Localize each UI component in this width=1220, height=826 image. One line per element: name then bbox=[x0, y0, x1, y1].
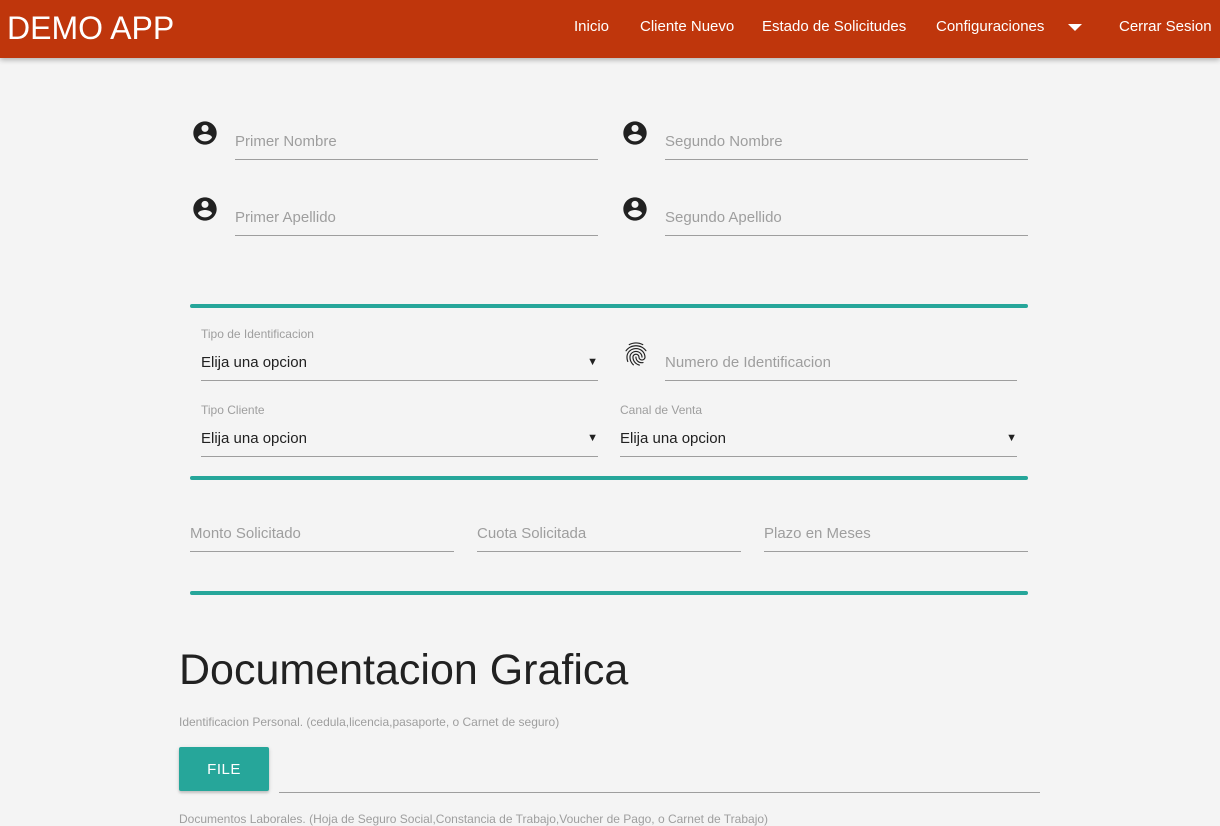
tipo-cliente-value: Elija una opcion bbox=[201, 430, 307, 447]
nav-item-cerrar-sesion[interactable]: Cerrar Sesion bbox=[1119, 0, 1212, 54]
segundo-apellido-input[interactable] bbox=[665, 199, 1028, 236]
personal-id-help-text: Identificacion Personal. (cedula,licenci… bbox=[179, 715, 560, 729]
tipo-cliente-label: Tipo Cliente bbox=[201, 403, 265, 417]
top-navbar: DEMO APP Inicio Cliente Nuevo Estado de … bbox=[0, 0, 1220, 58]
canal-venta-label: Canal de Venta bbox=[620, 403, 703, 417]
tipo-identificacion-value: Elija una opcion bbox=[201, 354, 307, 371]
tipo-cliente-select[interactable]: Elija una opcion ▼ bbox=[201, 426, 598, 457]
canal-venta-select[interactable]: Elija una opcion ▼ bbox=[620, 426, 1017, 457]
nav-item-inicio[interactable]: Inicio bbox=[574, 0, 609, 54]
tipo-identificacion-label: Tipo de Identificacion bbox=[201, 327, 314, 341]
primer-apellido-input[interactable] bbox=[235, 199, 598, 236]
account-circle-icon bbox=[623, 197, 647, 221]
file-path-input[interactable] bbox=[279, 756, 1040, 793]
nav-item-estado-solicitudes[interactable]: Estado de Solicitudes bbox=[762, 0, 906, 54]
select-arrow-icon: ▼ bbox=[587, 356, 598, 368]
nav-item-configuraciones[interactable]: Configuraciones bbox=[936, 0, 1044, 54]
section-divider bbox=[190, 304, 1028, 308]
arrow-drop-down-icon[interactable] bbox=[1068, 24, 1082, 31]
segundo-nombre-input[interactable] bbox=[665, 123, 1028, 160]
brand-logo[interactable]: DEMO APP bbox=[7, 8, 174, 48]
account-circle-icon bbox=[193, 121, 217, 145]
tipo-identificacion-select[interactable]: Elija una opcion ▼ bbox=[201, 350, 598, 381]
cuota-solicitada-input[interactable] bbox=[477, 515, 741, 552]
account-circle-icon bbox=[193, 197, 217, 221]
select-arrow-icon: ▼ bbox=[1006, 432, 1017, 444]
canal-venta-value: Elija una opcion bbox=[620, 430, 726, 447]
labor-docs-help-text: Documentos Laborales. (Hoja de Seguro So… bbox=[179, 812, 769, 826]
numero-identificacion-input[interactable] bbox=[665, 344, 1017, 381]
fingerprint-icon bbox=[625, 342, 647, 366]
section-divider bbox=[190, 591, 1028, 595]
monto-solicitado-input[interactable] bbox=[190, 515, 454, 552]
file-upload-button[interactable]: FILE bbox=[179, 747, 269, 791]
plazo-meses-input[interactable] bbox=[764, 515, 1028, 552]
select-arrow-icon: ▼ bbox=[587, 432, 598, 444]
primer-nombre-input[interactable] bbox=[235, 123, 598, 160]
account-circle-icon bbox=[623, 121, 647, 145]
documentacion-heading: Documentacion Grafica bbox=[179, 646, 629, 694]
nav-item-cliente-nuevo[interactable]: Cliente Nuevo bbox=[640, 0, 734, 54]
section-divider bbox=[190, 476, 1028, 480]
